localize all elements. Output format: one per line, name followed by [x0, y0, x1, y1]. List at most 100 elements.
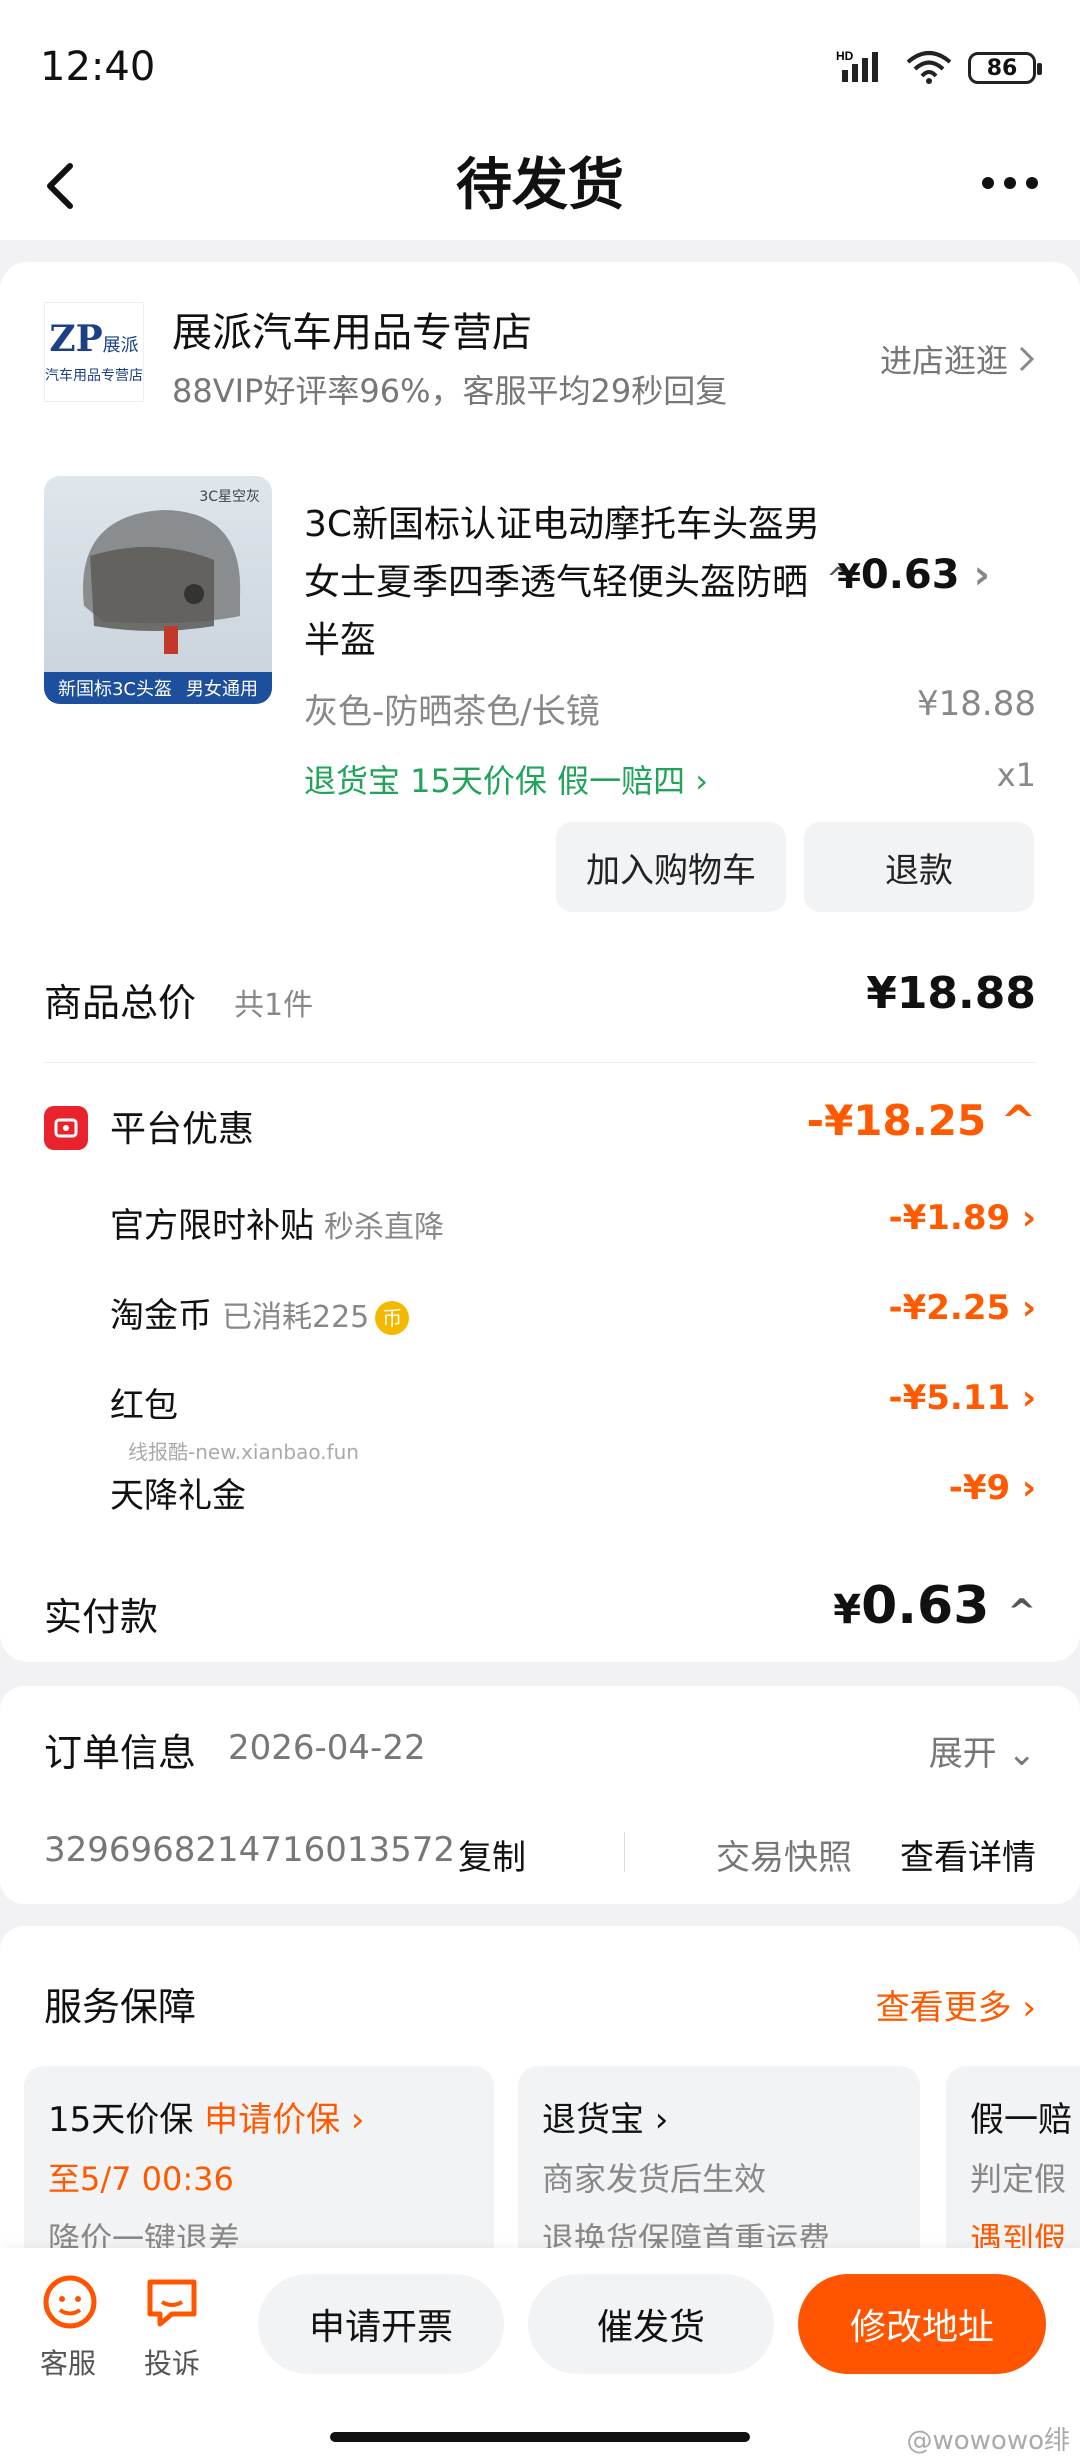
service-card-line: 判定假	[970, 2160, 1067, 2198]
trade-snapshot-link[interactable]: 交易快照	[716, 1830, 852, 1879]
home-indicator[interactable]	[330, 2432, 750, 2442]
change-address-button[interactable]: 修改地址	[798, 2274, 1046, 2374]
discount-value: -¥2.25	[888, 1288, 1011, 1328]
paid-label: 实付款	[44, 1595, 159, 1639]
service-card-line: 至5/7 00:36	[48, 2160, 234, 2198]
platform-discount-label: 平台优惠	[110, 1109, 255, 1150]
shop-logo[interactable]: ZP展派 汽车用品专营店	[44, 302, 144, 402]
discount-label: 官方限时补贴	[110, 1206, 314, 1246]
status-bar: 12:40 HD 86	[0, 0, 1080, 120]
platform-discount-icon	[44, 1106, 88, 1150]
wifi-icon	[904, 48, 954, 88]
paid-symbol: ¥	[833, 1587, 862, 1633]
shop-subtitle: 88VIP好评率96%，客服平均29秒回复	[172, 372, 728, 410]
service-card-title: 假一赔	[970, 2100, 1072, 2140]
expand-label: 展开	[928, 1734, 997, 1774]
price-symbol: ¥	[837, 557, 861, 597]
chevron-right-icon: ›	[1010, 1198, 1036, 1238]
more-dots-icon	[982, 177, 1038, 189]
service-card-title: 退货宝 ›	[542, 2100, 669, 2140]
discount-value: -¥1.89	[888, 1198, 1011, 1238]
discount-label: 红包	[110, 1386, 178, 1426]
service-more-link[interactable]: 查看更多 ›	[876, 1980, 1036, 2029]
enter-shop-label: 进店逛逛	[879, 342, 1008, 380]
apply-price-protect-link[interactable]: 申请价保 ›	[204, 2100, 364, 2140]
complain-icon	[147, 2279, 197, 2327]
discount-label: 天降礼金	[110, 1476, 246, 1516]
discount-label: 淘金币	[110, 1296, 212, 1336]
shop-logo-sub: 汽车用品专营店	[45, 367, 143, 384]
price-value: 0.63	[860, 552, 960, 598]
invoice-button[interactable]: 申请开票	[258, 2274, 504, 2374]
banner-text-1: 新国标3C头盔	[57, 679, 173, 700]
goods-count: 共1件	[234, 988, 314, 1023]
product-spec: 灰色-防晒茶色/长镜	[304, 692, 600, 732]
discount-row-label: 天降礼金	[110, 1468, 246, 1517]
service-card-title: 15天价保	[48, 2100, 194, 2140]
platform-discount-toggle[interactable]: -¥18.25 ^	[807, 1096, 1036, 1145]
product-image[interactable]: 3C星空灰 新国标3C头盔 男女通用	[44, 476, 272, 704]
copy-button[interactable]: 复制	[458, 1830, 526, 1879]
price-protect-card[interactable]: 15天价保 申请价保 › 至5/7 00:36 降价一键退差	[24, 2066, 494, 2276]
discount-row-label: 淘金币 已消耗225 币	[110, 1288, 410, 1337]
status-icons: HD 86	[836, 48, 1042, 88]
return-insurance-card[interactable]: 退货宝 › 商家发货后生效 退换货保障首重运费	[518, 2066, 920, 2276]
view-details-link[interactable]: 查看详情	[900, 1830, 1036, 1879]
product-original-price: ¥18.88	[917, 684, 1036, 724]
weibo-credit: @wowowo绯	[906, 2426, 1070, 2456]
watermark-text: 线报酷-new.xianbao.fun	[128, 1440, 359, 1464]
order-info-label: 订单信息	[44, 1731, 197, 1775]
chevron-right-icon: ›	[1010, 1288, 1036, 1328]
customer-service-button[interactable]	[40, 2272, 100, 2336]
chevron-up-icon: ^	[1007, 1592, 1037, 1632]
coin-icon: 币	[375, 1300, 410, 1335]
chevron-right-icon	[1019, 346, 1035, 372]
product-image-tag: 3C星空灰	[199, 489, 260, 505]
discount-value-link[interactable]: -¥1.89 ›	[888, 1198, 1036, 1238]
platform-discount-value: -¥18.25	[806, 1096, 987, 1145]
discount-value-link[interactable]: -¥5.11 ›	[888, 1378, 1036, 1418]
chevron-up-icon: ^	[1000, 1096, 1036, 1145]
complain-label: 投诉	[144, 2347, 201, 2380]
paid-value: 0.63	[861, 1576, 990, 1636]
banner-text-2: 男女通用	[186, 679, 259, 700]
shop-name[interactable]: 展派汽车用品专营店	[172, 300, 532, 358]
customer-service-label: 客服	[40, 2347, 97, 2380]
chevron-down-icon: ⌄	[1007, 1734, 1037, 1774]
customer-service-icon	[43, 2275, 97, 2329]
expand-button[interactable]: 展开 ⌄	[929, 1726, 1036, 1775]
product-price[interactable]: ¥0.63 ›	[837, 552, 990, 598]
svg-text:HD: HD	[836, 49, 854, 63]
shop-logo-text: ZP	[49, 317, 103, 360]
service-card-line: 商家发货后生效	[542, 2160, 767, 2198]
discount-value-link[interactable]: -¥2.25 ›	[888, 1288, 1036, 1328]
paid-amount-toggle[interactable]: ¥0.63 ^	[833, 1576, 1036, 1636]
add-to-cart-button[interactable]: 加入购物车	[556, 822, 786, 912]
urge-shipping-button[interactable]: 催发货	[528, 2274, 774, 2374]
discount-row-label: 红包	[110, 1378, 178, 1427]
discount-value: -¥9	[948, 1468, 1011, 1508]
signal-icon: HD	[836, 48, 890, 88]
refund-button[interactable]: 退款	[804, 822, 1034, 912]
divider	[44, 1062, 1036, 1063]
page-title: 待发货	[456, 153, 624, 218]
chevron-right-icon: ›	[1010, 1378, 1036, 1418]
more-button[interactable]	[980, 168, 1040, 198]
discount-row-label: 官方限时补贴 秒杀直降	[110, 1198, 444, 1247]
discount-value-link[interactable]: -¥9 ›	[949, 1468, 1036, 1508]
battery-icon: 86	[968, 52, 1042, 84]
product-title[interactable]: 3C新国标认证电动摩托车头盔男女士夏季四季透气轻便头盔防晒半盔	[304, 496, 824, 670]
product-image-banner: 新国标3C头盔 男女通用	[44, 672, 272, 704]
complain-button[interactable]	[142, 2272, 202, 2336]
chevron-right-icon: ›	[973, 552, 990, 598]
fake-compensation-card[interactable]: 假一赔 判定假 遇到假	[946, 2066, 1080, 2276]
discount-value: -¥5.11	[888, 1378, 1011, 1418]
helmet-icon	[82, 510, 241, 654]
chevron-right-icon: ›	[1010, 1468, 1036, 1508]
discount-sub: 秒杀直降	[324, 1210, 444, 1245]
product-service-tags[interactable]: 退货宝 15天价保 假一赔四 ›	[304, 756, 708, 802]
discount-sub: 已消耗225	[222, 1300, 370, 1335]
order-date: 2026-04-22	[228, 1728, 426, 1768]
status-time: 12:40	[40, 44, 156, 90]
enter-shop-link[interactable]: 进店逛逛	[880, 336, 1036, 382]
